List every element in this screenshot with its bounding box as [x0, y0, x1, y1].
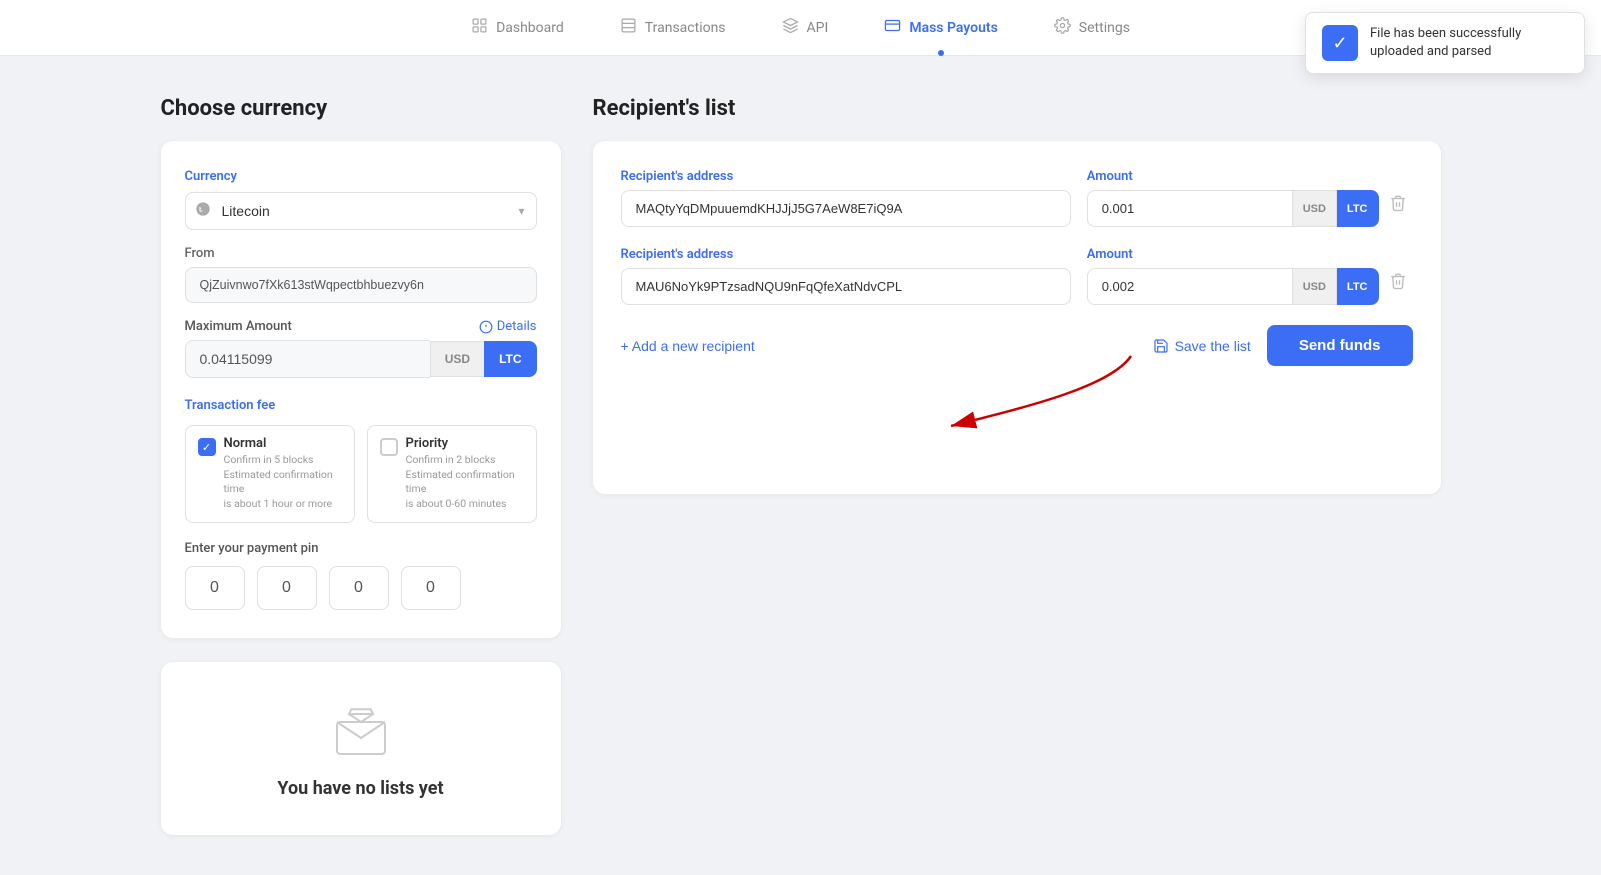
- recipients-card: Recipient's address Amount USD LTC: [593, 141, 1441, 494]
- recipient-2-ltc-btn[interactable]: LTC: [1337, 268, 1379, 305]
- priority-fee-info: Priority Confirm in 2 blocksEstimated co…: [406, 436, 524, 512]
- normal-fee-title: Normal: [224, 436, 342, 451]
- normal-fee-option[interactable]: ✓ Normal Confirm in 5 blocksEstimated co…: [185, 425, 355, 523]
- nav-settings[interactable]: Settings: [1050, 17, 1134, 38]
- from-address-input[interactable]: [185, 267, 537, 303]
- nav-mass-payouts[interactable]: Mass Payouts: [880, 17, 1001, 38]
- currency-toggle: USD LTC: [430, 341, 537, 377]
- actions-row: + Add a new recipient Save the list Send…: [621, 325, 1413, 366]
- arrow-annotation: [621, 366, 1413, 466]
- max-amount-row: Maximum Amount Details: [185, 319, 537, 334]
- recipient-1-address-input[interactable]: [621, 190, 1071, 227]
- nav-settings-label: Settings: [1079, 20, 1130, 36]
- pin-input-3[interactable]: [329, 566, 389, 610]
- details-label: Details: [497, 319, 537, 334]
- send-funds-btn[interactable]: Send funds: [1267, 325, 1413, 366]
- details-link[interactable]: Details: [479, 319, 537, 334]
- right-panel: Recipient's list Recipient's address Amo…: [593, 96, 1441, 835]
- recipient-1-ltc-btn[interactable]: LTC: [1337, 190, 1379, 227]
- priority-fee-desc: Confirm in 2 blocksEstimated confirmatio…: [406, 453, 524, 512]
- mass-payouts-icon: [884, 17, 901, 38]
- priority-fee-title: Priority: [406, 436, 524, 451]
- recipient-1-address-label: Recipient's address: [621, 169, 1071, 184]
- currency-label: Currency: [185, 169, 537, 184]
- max-amount-input-row: USD LTC: [185, 340, 537, 378]
- recipient-2-delete-btn[interactable]: [1383, 262, 1413, 305]
- recipient-2-amount-group: Amount USD LTC: [1087, 247, 1413, 305]
- pin-row: [185, 566, 537, 610]
- nav-api[interactable]: API: [778, 17, 833, 38]
- add-recipient-btn[interactable]: + Add a new recipient: [621, 338, 755, 354]
- right-title: Recipient's list: [593, 96, 1441, 121]
- priority-fee-checkbox[interactable]: [380, 438, 398, 456]
- recipient-2-address-group: Recipient's address: [621, 247, 1071, 305]
- currency-select-wrapper: Ł Litecoin ▾: [185, 192, 537, 230]
- left-panel: Choose currency Currency Ł Litecoin ▾ Fr…: [161, 96, 561, 835]
- main-content: Choose currency Currency Ł Litecoin ▾ Fr…: [101, 56, 1501, 875]
- recipient-2-currency-toggle: USD LTC: [1293, 268, 1379, 305]
- pin-input-2[interactable]: [257, 566, 317, 610]
- recipient-row-2: Recipient's address Amount USD LTC: [621, 247, 1413, 305]
- currency-card: Currency Ł Litecoin ▾ From Maximum Amoun…: [161, 141, 561, 638]
- recipient-1-address-group: Recipient's address: [621, 169, 1071, 227]
- normal-fee-desc: Confirm in 5 blocksEstimated confirmatio…: [224, 453, 342, 512]
- nav-dashboard[interactable]: Dashboard: [467, 17, 568, 38]
- recipient-1-usd-btn[interactable]: USD: [1293, 190, 1337, 227]
- nav-api-label: API: [807, 20, 829, 36]
- pin-label: Enter your payment pin: [185, 541, 537, 556]
- left-title: Choose currency: [161, 96, 561, 121]
- settings-icon: [1054, 17, 1071, 38]
- toast-check-icon: ✓: [1322, 25, 1358, 61]
- recipient-2-address-input[interactable]: [621, 268, 1071, 305]
- empty-box-icon: [329, 698, 393, 762]
- save-list-btn[interactable]: Save the list: [1153, 338, 1251, 354]
- litecoin-icon: Ł: [195, 201, 211, 221]
- recipient-2-amount-input[interactable]: [1087, 268, 1293, 305]
- from-label: From: [185, 246, 537, 261]
- recipient-1-amount-input[interactable]: [1087, 190, 1293, 227]
- svg-text:Ł: Ł: [199, 206, 203, 214]
- currency-dropdown[interactable]: Litecoin: [185, 192, 537, 230]
- normal-fee-checkbox[interactable]: ✓: [198, 438, 216, 456]
- recipient-1-amount-group: Amount USD LTC: [1087, 169, 1413, 227]
- recipient-row-1: Recipient's address Amount USD LTC: [621, 169, 1413, 227]
- nav-transactions[interactable]: Transactions: [616, 17, 730, 38]
- toast-notification: ✓ File has been successfully uploaded an…: [1305, 12, 1585, 74]
- usd-toggle-btn[interactable]: USD: [430, 341, 484, 377]
- recipient-2-address-label: Recipient's address: [621, 247, 1071, 262]
- right-actions: Save the list Send funds: [1153, 325, 1413, 366]
- recipient-1-amount-label: Amount: [1087, 169, 1379, 184]
- fee-label: Transaction fee: [185, 398, 537, 413]
- ltc-toggle-btn[interactable]: LTC: [484, 341, 536, 377]
- empty-list-card: You have no lists yet: [161, 662, 561, 835]
- recipient-2-amount-label: Amount: [1087, 247, 1379, 262]
- max-amount-input[interactable]: [185, 340, 430, 378]
- nav-mass-payouts-label: Mass Payouts: [909, 20, 997, 36]
- toast-message: File has been successfully uploaded and …: [1370, 25, 1568, 61]
- transactions-icon: [620, 17, 637, 38]
- fee-options: ✓ Normal Confirm in 5 blocksEstimated co…: [185, 425, 537, 523]
- check-icon: ✓: [202, 441, 211, 454]
- dashboard-icon: [471, 17, 488, 38]
- normal-fee-info: Normal Confirm in 5 blocksEstimated conf…: [224, 436, 342, 512]
- pin-input-1[interactable]: [185, 566, 245, 610]
- api-icon: [782, 17, 799, 38]
- recipient-2-usd-btn[interactable]: USD: [1293, 268, 1337, 305]
- pin-input-4[interactable]: [401, 566, 461, 610]
- nav-dashboard-label: Dashboard: [496, 20, 564, 36]
- save-list-label: Save the list: [1175, 338, 1251, 354]
- max-amount-label: Maximum Amount: [185, 319, 292, 334]
- recipient-1-currency-toggle: USD LTC: [1293, 190, 1379, 227]
- priority-fee-option[interactable]: Priority Confirm in 2 blocksEstimated co…: [367, 425, 537, 523]
- empty-list-text: You have no lists yet: [277, 778, 443, 799]
- nav-transactions-label: Transactions: [645, 20, 726, 36]
- recipient-1-delete-btn[interactable]: [1383, 184, 1413, 227]
